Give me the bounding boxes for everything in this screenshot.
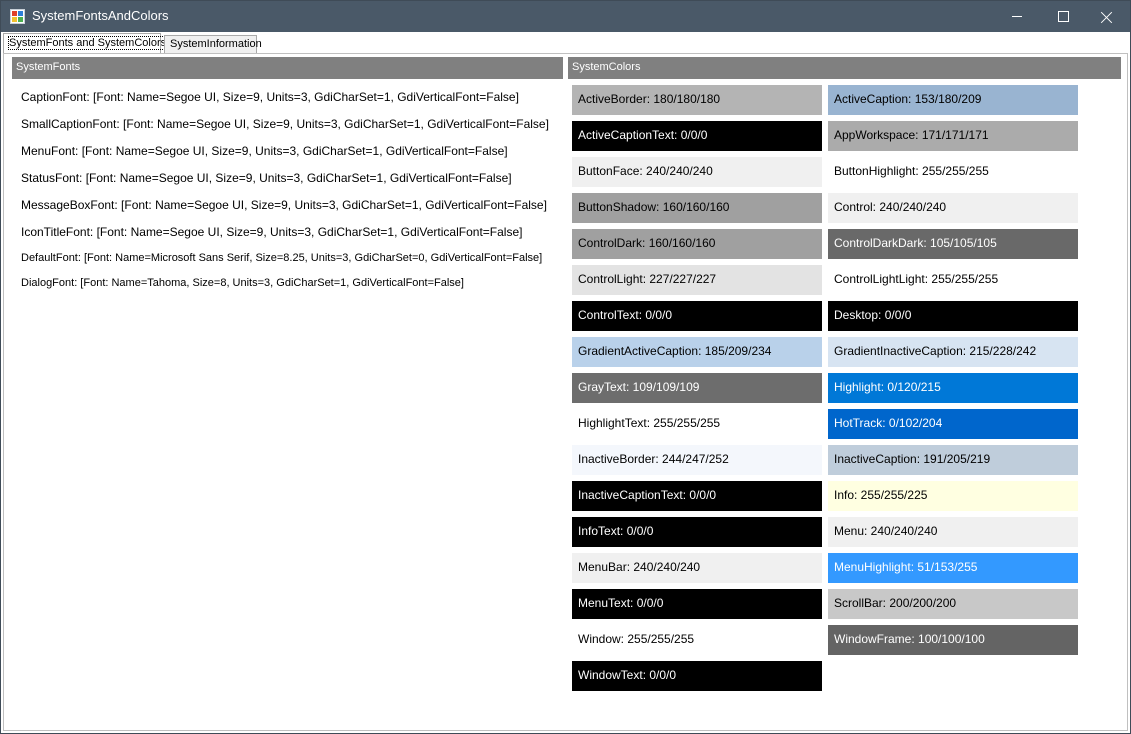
minimize-icon (1012, 16, 1022, 17)
color-swatch-desktop: Desktop: 0/0/0 (828, 301, 1078, 331)
font-icon-title: IconTitleFont: [Font: Name=Segoe UI, Siz… (21, 225, 523, 239)
app-window: SystemFontsAndColors SystemFonts and Sys… (0, 0, 1131, 734)
system-fonts-header: SystemFonts (12, 57, 563, 79)
color-swatch-button-shadow: ButtonShadow: 160/160/160 (572, 193, 822, 223)
color-swatch-window-text: WindowText: 0/0/0 (572, 661, 822, 691)
font-message-box: MessageBoxFont: [Font: Name=Segoe UI, Si… (21, 198, 547, 212)
color-swatch-active-border: ActiveBorder: 180/180/180 (572, 85, 822, 115)
color-swatch-menu-highlight: MenuHighlight: 51/153/255 (828, 553, 1078, 583)
color-swatch-gray-text: GrayText: 109/109/109 (572, 373, 822, 403)
app-icon (10, 9, 25, 24)
minimize-button[interactable] (994, 1, 1040, 32)
title-bar[interactable]: SystemFontsAndColors (1, 1, 1130, 32)
color-swatch-menu-text: MenuText: 0/0/0 (572, 589, 822, 619)
tab-page: SystemFonts SystemColors CaptionFont: [F… (3, 53, 1128, 731)
color-swatch-control: Control: 240/240/240 (828, 193, 1078, 223)
color-swatch-info-text: InfoText: 0/0/0 (572, 517, 822, 547)
font-menu: MenuFont: [Font: Name=Segoe UI, Size=9, … (21, 144, 508, 158)
color-swatch-window-frame: WindowFrame: 100/100/100 (828, 625, 1078, 655)
color-swatch-button-highlight: ButtonHighlight: 255/255/255 (828, 157, 1078, 187)
font-default: DefaultFont: [Font: Name=Microsoft Sans … (21, 252, 543, 264)
color-swatch-control-text: ControlText: 0/0/0 (572, 301, 822, 331)
color-swatch-scroll-bar: ScrollBar: 200/200/200 (828, 589, 1078, 619)
close-icon (1101, 11, 1113, 23)
tab-system-information[interactable]: SystemInformation (164, 35, 262, 53)
color-swatch-inactive-caption-text: InactiveCaptionText: 0/0/0 (572, 481, 822, 511)
color-swatch-highlight-text: HighlightText: 255/255/255 (572, 409, 822, 439)
tab-label: SystemInformation (170, 38, 262, 50)
close-button[interactable] (1084, 1, 1130, 32)
maximize-icon (1057, 11, 1069, 22)
tab-system-fonts-and-colors[interactable]: SystemFonts and SystemColors (3, 33, 168, 54)
tab-label: SystemFonts and SystemColors (7, 36, 168, 50)
color-swatch-inactive-border: InactiveBorder: 244/247/252 (572, 445, 822, 475)
font-dialog: DialogFont: [Font: Name=Tahoma, Size=8, … (21, 277, 464, 289)
color-swatch-active-caption-text: ActiveCaptionText: 0/0/0 (572, 121, 822, 151)
font-caption: CaptionFont: [Font: Name=Segoe UI, Size=… (21, 90, 519, 104)
system-colors-header: SystemColors (568, 57, 1121, 79)
color-swatch-menu: Menu: 240/240/240 (828, 517, 1078, 547)
color-swatch-menu-bar: MenuBar: 240/240/240 (572, 553, 822, 583)
color-swatch-hot-track: HotTrack: 0/102/204 (828, 409, 1078, 439)
color-swatch-active-caption: ActiveCaption: 153/180/209 (828, 85, 1078, 115)
color-swatch-button-face: ButtonFace: 240/240/240 (572, 157, 822, 187)
color-swatch-control-light: ControlLight: 227/227/227 (572, 265, 822, 295)
color-swatch-gradient-active-caption: GradientActiveCaption: 185/209/234 (572, 337, 822, 367)
maximize-button[interactable] (1040, 1, 1086, 32)
color-swatch-control-dark: ControlDark: 160/160/160 (572, 229, 822, 259)
color-swatch-inactive-caption: InactiveCaption: 191/205/219 (828, 445, 1078, 475)
color-swatch-gradient-inactive-caption: GradientInactiveCaption: 215/228/242 (828, 337, 1078, 367)
font-status: StatusFont: [Font: Name=Segoe UI, Size=9… (21, 171, 512, 185)
color-swatch-window: Window: 255/255/255 (572, 625, 822, 655)
color-swatch-app-workspace: AppWorkspace: 171/171/171 (828, 121, 1078, 151)
font-small-caption: SmallCaptionFont: [Font: Name=Segoe UI, … (21, 117, 549, 131)
color-swatch-info: Info: 255/255/225 (828, 481, 1078, 511)
color-swatch-highlight: Highlight: 0/120/215 (828, 373, 1078, 403)
client-area: SystemFonts and SystemColors SystemInfor… (1, 32, 1130, 733)
color-swatch-control-dark-dark: ControlDarkDark: 105/105/105 (828, 229, 1078, 259)
color-swatch-control-light-light: ControlLightLight: 255/255/255 (828, 265, 1078, 295)
window-title: SystemFontsAndColors (32, 8, 169, 23)
